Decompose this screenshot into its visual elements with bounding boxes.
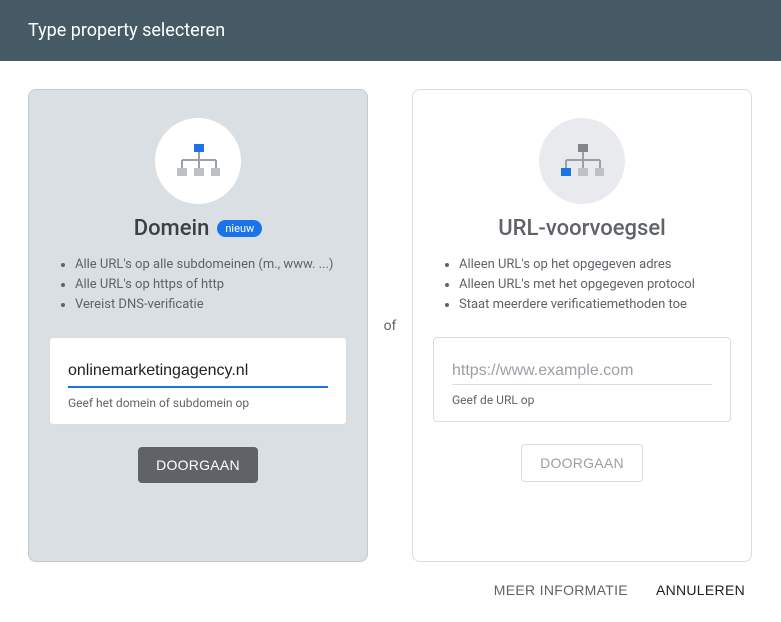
domain-helper-text: Geef het domein of subdomein op (68, 396, 328, 410)
cancel-button[interactable]: ANNULEREN (656, 582, 745, 598)
domain-card[interactable]: Domein nieuw Alle URL's op alle subdomei… (28, 89, 368, 562)
domain-input-box: Geef het domein of subdomein op (49, 337, 347, 425)
domain-bullets: Alle URL's op alle subdomeinen (m., www.… (49, 255, 347, 315)
domain-icon-circle (155, 118, 241, 204)
url-icon-circle (539, 118, 625, 204)
sitemap-icon (560, 142, 604, 180)
url-helper-text: Geef de URL op (452, 393, 712, 407)
sitemap-icon (176, 142, 220, 180)
list-item: Alle URL's op alle subdomeinen (m., www.… (75, 255, 347, 275)
dialog-footer: MEER INFORMATIE ANNULEREN (0, 562, 781, 622)
new-badge: nieuw (217, 220, 262, 237)
dialog-header: Type property selecteren (0, 0, 781, 61)
url-bullets: Alleen URL's op het opgegeven adres Alle… (433, 255, 731, 315)
domain-input[interactable] (68, 358, 328, 388)
url-input-box: Geef de URL op (433, 337, 731, 422)
list-item: Alleen URL's met het opgegeven protocol (459, 275, 731, 295)
domain-continue-button[interactable]: DOORGAAN (138, 447, 258, 483)
url-title-row: URL-voorvoegsel (498, 216, 666, 241)
url-prefix-card[interactable]: URL-voorvoegsel Alleen URL's op het opge… (412, 89, 752, 562)
domain-title-row: Domein nieuw (134, 216, 263, 241)
url-continue-button[interactable]: DOORGAAN (521, 444, 643, 482)
more-info-button[interactable]: MEER INFORMATIE (494, 582, 628, 598)
list-item: Alle URL's op https of http (75, 275, 347, 295)
dialog-content: Domein nieuw Alle URL's op alle subdomei… (0, 61, 781, 562)
list-item: Vereist DNS-verificatie (75, 295, 347, 315)
url-card-title: URL-voorvoegsel (498, 216, 666, 241)
url-input[interactable] (452, 358, 712, 386)
property-type-dialog: Type property selecteren Domein (0, 0, 781, 622)
dialog-title: Type property selecteren (28, 20, 225, 41)
list-item: Alleen URL's op het opgegeven adres (459, 255, 731, 275)
list-item: Staat meerdere verificatiemethoden toe (459, 295, 731, 315)
or-separator: of (368, 89, 412, 562)
domain-card-title: Domein (134, 216, 210, 241)
